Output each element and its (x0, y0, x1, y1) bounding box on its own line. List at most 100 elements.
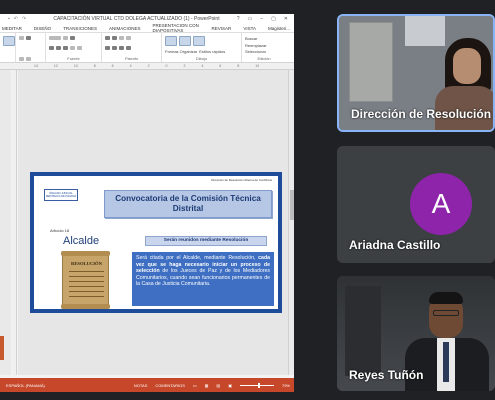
select-button[interactable]: Seleccionar (245, 49, 283, 54)
replace-button[interactable]: Reemplazar (245, 43, 283, 48)
undo-icon[interactable]: ↶ (14, 16, 18, 22)
scroll-line (69, 291, 104, 292)
strike-icon[interactable] (70, 46, 75, 50)
ruler-tick: 10 (255, 64, 260, 68)
comments-button[interactable]: COMENTARIOS (155, 383, 184, 388)
slide[interactable]: Dirección de Resolución Alterna de Confl… (30, 172, 282, 313)
scroll-line (69, 281, 104, 282)
group-label-font: Fuente (67, 56, 80, 61)
ruler-tick: 10 (73, 64, 78, 68)
group-label-paragraph: Párrafo (124, 56, 139, 61)
align-center-icon[interactable] (112, 46, 117, 50)
horizontal-ruler: 14 12 10 8 6 4 2 0 2 4 6 8 10 (0, 63, 294, 70)
tab-revisar[interactable]: REVISAR (212, 26, 232, 31)
body-text-box[interactable]: Será citada por el Alcalde, mediante Res… (132, 252, 274, 306)
ruler-tick: 8 (237, 64, 240, 68)
ruler-tick: 4 (201, 64, 204, 68)
tab-transiciones[interactable]: TRANSICIONES (63, 26, 97, 31)
tab-meditar[interactable]: MEDITAR (2, 26, 22, 31)
font-name-box[interactable] (49, 36, 61, 40)
help-button[interactable]: ? (237, 16, 240, 22)
slide-sorter-icon[interactable]: ▦ (205, 383, 209, 388)
font-color-icon[interactable] (77, 46, 82, 50)
slide-title[interactable]: Convocatoria de la Comisión Técnica Dist… (104, 190, 272, 218)
ribbon-display-button[interactable]: ▭ (248, 16, 253, 22)
save-icon[interactable]: ▪ (8, 16, 10, 22)
scrollbar-thumb[interactable] (290, 190, 294, 220)
vertical-scrollbar[interactable] (288, 70, 294, 375)
ribbon-group-paragraph: Párrafo (102, 33, 162, 62)
slideshow-icon[interactable]: ▣ (228, 383, 232, 388)
shapes-icon[interactable] (165, 36, 177, 46)
language-indicator[interactable]: ESPAÑOL (PANAMÁ) (6, 383, 45, 388)
bullets-icon[interactable] (105, 36, 110, 40)
new-slide-icon[interactable] (19, 36, 24, 40)
close-button[interactable]: ✕ (284, 16, 288, 22)
tab-animaciones[interactable]: ANIMACIONES (109, 26, 141, 31)
participant-name: Ariadna Castillo (349, 238, 441, 252)
alcalde-heading[interactable]: Alcalde (63, 235, 99, 247)
justify-icon[interactable] (126, 46, 131, 50)
quick-styles-icon[interactable] (193, 36, 205, 46)
tab-presentacion[interactable]: PRESENTACIÓN CON DIAPOSITIVAS (152, 23, 199, 33)
reading-view-icon[interactable]: ▤ (216, 383, 220, 388)
ribbon-group-font: Fuente (46, 33, 102, 62)
slide-header-text: Dirección de Resolución Alterna de Confl… (211, 178, 272, 182)
ruler-tick: 8 (93, 64, 96, 68)
maximize-button[interactable]: ▢ (271, 16, 276, 22)
indent-icon[interactable] (119, 36, 124, 40)
user-account[interactable]: Magisteri... (268, 26, 294, 31)
notes-button[interactable]: NOTAS (134, 383, 147, 388)
zoom-level[interactable]: 79% (282, 383, 290, 388)
ruler-tick: 6 (111, 64, 114, 68)
shapes-arrange-label: Formas Organizar (165, 48, 198, 54)
participant-tile-direccion[interactable]: Dirección de Resolución A (337, 14, 495, 132)
grow-font-icon[interactable] (70, 36, 75, 40)
screen: ▪ ↶ ↷ CAPACITACIÓN VIRTUAL CTD DOLEGA AC… (0, 0, 495, 400)
zoom-slider[interactable] (239, 382, 274, 388)
participant-tile-ariadna[interactable]: A Ariadna Castillo (337, 146, 495, 263)
ruler-tick: 4 (129, 64, 132, 68)
group-label-drawing: Dibujo (195, 56, 208, 61)
organo-judicial-logo: ÓRGANO JUDICIAL REPÚBLICA DE PANAMÁ (44, 189, 78, 201)
section-icon[interactable] (26, 57, 31, 61)
scroll-line (69, 286, 104, 287)
scroll-title: RESOLUCIÓN (71, 261, 102, 266)
quick-access-toolbar: ▪ ↶ ↷ (8, 16, 26, 22)
align-left-icon[interactable] (105, 46, 110, 50)
align-right-icon[interactable] (119, 46, 124, 50)
redo-icon[interactable]: ↷ (22, 16, 26, 22)
text-direction-icon[interactable] (126, 36, 131, 40)
ribbon-group-drawing: Formas Organizar Estilos rápidos Dibujo (162, 33, 242, 62)
underline-icon[interactable] (63, 46, 68, 50)
slide-thumbnail-marker[interactable] (0, 336, 4, 360)
status-bar: ESPAÑOL (PANAMÁ) NOTAS COMENTARIOS ▭ ▦ ▤… (0, 378, 294, 392)
subtitle-box[interactable]: Serán reunidos mediante Resolución (145, 236, 267, 246)
ruler-tick: 2 (147, 64, 150, 68)
participant-tie (443, 342, 449, 382)
thumbnail-pane[interactable] (0, 70, 11, 375)
scroll-roll-top (61, 251, 110, 256)
normal-view-icon[interactable]: ▭ (193, 383, 197, 388)
tab-diseno[interactable]: DISEÑO (34, 26, 51, 31)
ribbon-tabs: MEDITAR DISEÑO TRANSICIONES ANIMACIONES … (0, 23, 294, 33)
italic-icon[interactable] (56, 46, 61, 50)
ribbon-group-clipboard (0, 33, 16, 62)
layout-icon[interactable] (26, 36, 31, 40)
participant-tile-reyes[interactable]: Reyes Tuñón (337, 276, 495, 391)
tab-vista[interactable]: VISTA (243, 26, 256, 31)
arrange-icon[interactable] (179, 36, 191, 46)
slide-content: Dirección de Resolución Alterna de Confl… (34, 176, 278, 309)
minimize-button[interactable]: – (260, 16, 263, 22)
participant-name: Dirección de Resolución A (351, 107, 495, 121)
article-label: Artículo 18 (50, 228, 70, 233)
font-size-box[interactable] (63, 36, 68, 40)
numbering-icon[interactable] (112, 36, 117, 40)
slide-canvas[interactable]: Dirección de Resolución Alterna de Confl… (18, 70, 288, 375)
bold-icon[interactable] (49, 46, 54, 50)
find-button[interactable]: Buscar (245, 36, 283, 41)
reset-icon[interactable] (19, 57, 24, 61)
quick-styles-label: Estilos rápidos (199, 48, 226, 54)
paste-icon[interactable] (3, 36, 15, 46)
video-background-door (349, 22, 393, 102)
